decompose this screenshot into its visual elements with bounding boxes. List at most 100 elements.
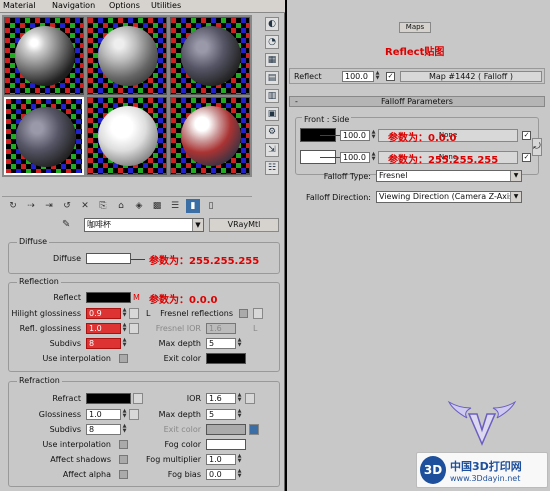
spinner-arrows-icon[interactable]: ▲ ▼ bbox=[371, 152, 376, 163]
sample-slot-6[interactable] bbox=[170, 97, 250, 175]
fog-multiplier-spinner[interactable]: 1.0 bbox=[206, 454, 236, 465]
swap-colors-icon[interactable]: ⤾ bbox=[532, 138, 542, 156]
reflect-map-button[interactable]: M bbox=[133, 293, 140, 302]
falloff-type-dropdown[interactable]: Fresnel ▼ bbox=[376, 170, 522, 182]
fresnel-map-button[interactable] bbox=[253, 308, 263, 319]
fog-bias-spinner[interactable]: 0.0 bbox=[206, 469, 236, 480]
sample-sphere bbox=[98, 26, 158, 86]
put-to-scene-icon[interactable]: ⇢ bbox=[24, 199, 38, 213]
go-forward-icon[interactable]: ▯ bbox=[204, 199, 218, 213]
refract-color-swatch[interactable] bbox=[86, 393, 131, 404]
rollout-collapse-icon[interactable]: - bbox=[295, 97, 298, 106]
pick-material-icon[interactable]: ✎ bbox=[62, 219, 74, 231]
falloff-direction-dropdown[interactable]: Viewing Direction (Camera Z-Axis) ▼ bbox=[376, 191, 522, 203]
maps-button[interactable]: Maps bbox=[399, 22, 431, 33]
chevron-down-icon[interactable]: ▼ bbox=[510, 192, 521, 202]
sample-slot-2[interactable] bbox=[87, 17, 167, 95]
menu-utilities[interactable]: Utilities bbox=[151, 1, 181, 10]
refl-glossiness-spinner[interactable]: 1.0 bbox=[86, 323, 121, 334]
refr-exit-color-swatch[interactable] bbox=[206, 424, 246, 435]
select-by-material-icon[interactable]: ⇲ bbox=[265, 143, 279, 157]
reflect-color-swatch[interactable] bbox=[86, 292, 131, 303]
sample-slot-1[interactable] bbox=[4, 17, 84, 95]
menu-navigation[interactable]: Navigation bbox=[52, 1, 95, 10]
video-check-icon[interactable]: ▥ bbox=[265, 89, 279, 103]
spinner-arrows-icon[interactable]: ▲ ▼ bbox=[122, 308, 127, 319]
logo-url: www.3Ddayin.net bbox=[450, 474, 521, 483]
material-name-field[interactable]: 咖啡杯 ▼ bbox=[84, 218, 204, 232]
spinner-arrows-icon[interactable]: ▲ ▼ bbox=[122, 338, 127, 349]
hilight-glossiness-spinner[interactable]: 0.9 bbox=[86, 308, 121, 319]
exit-color-toggle[interactable] bbox=[249, 424, 259, 435]
spinner-arrows-icon[interactable]: ▲ ▼ bbox=[237, 338, 242, 349]
make-unique-icon[interactable]: ⎘ bbox=[96, 199, 110, 213]
chevron-down-icon[interactable]: ▼ bbox=[192, 219, 203, 231]
sample-type-icon[interactable]: ◐ bbox=[265, 17, 279, 31]
spinner-arrows-icon[interactable]: ▲ ▼ bbox=[122, 424, 127, 435]
reflect-amount-spinner[interactable]: 100.0 bbox=[342, 71, 374, 82]
refl-use-interpolation-checkbox[interactable] bbox=[119, 354, 128, 363]
background-icon[interactable]: ▦ bbox=[265, 53, 279, 67]
delete-icon[interactable]: ✕ bbox=[78, 199, 92, 213]
spinner-arrows-icon[interactable]: ▲ ▼ bbox=[375, 71, 380, 82]
reset-map-icon[interactable]: ↺ bbox=[60, 199, 74, 213]
options-icon[interactable]: ⚙ bbox=[265, 125, 279, 139]
sample-slot-3[interactable] bbox=[170, 17, 250, 95]
refl-max-depth-spinner[interactable]: 5 bbox=[206, 338, 236, 349]
front-amount-spinner[interactable]: 100.0 bbox=[340, 130, 370, 141]
refl-gloss-map-button[interactable] bbox=[129, 323, 139, 334]
fresnel-ior-spinner[interactable]: 1.6 bbox=[206, 323, 236, 334]
show-end-result-icon[interactable]: ☰ bbox=[168, 199, 182, 213]
refr-use-interpolation-checkbox[interactable] bbox=[119, 440, 128, 449]
glossiness-map-button[interactable] bbox=[129, 409, 139, 420]
ior-spinner[interactable]: 1.6 bbox=[206, 393, 236, 404]
assign-material-icon[interactable]: ⇥ bbox=[42, 199, 56, 213]
diffuse-color-swatch[interactable] bbox=[86, 253, 131, 264]
reflect-enable-checkbox[interactable]: ✓ bbox=[386, 72, 395, 81]
side-enable-checkbox[interactable]: ✓ bbox=[522, 153, 531, 162]
backlight-icon[interactable]: ◔ bbox=[265, 35, 279, 49]
ior-map-button[interactable] bbox=[245, 393, 255, 404]
material-id-icon[interactable]: ◈ bbox=[132, 199, 146, 213]
fresnel-ior-lock-button[interactable]: L bbox=[253, 324, 257, 333]
get-material-icon[interactable]: ↻ bbox=[6, 199, 20, 213]
affect-shadows-checkbox[interactable] bbox=[119, 455, 128, 464]
affect-shadows-label: Affect shadows bbox=[50, 455, 111, 464]
chevron-down-icon[interactable]: ▼ bbox=[510, 171, 521, 181]
sample-slot-5[interactable] bbox=[87, 97, 167, 175]
menu-material[interactable]: Material bbox=[3, 1, 36, 10]
spinner-arrows-icon[interactable]: ▲ ▼ bbox=[237, 393, 242, 404]
glossiness-label: Glossiness bbox=[38, 410, 81, 419]
sample-sphere bbox=[181, 106, 241, 166]
fresnel-reflections-checkbox[interactable] bbox=[239, 309, 248, 318]
spinner-arrows-icon[interactable]: ▲ ▼ bbox=[237, 409, 242, 420]
fog-color-swatch[interactable] bbox=[206, 439, 246, 450]
spinner-arrows-icon[interactable]: ▲ ▼ bbox=[237, 454, 242, 465]
spinner-arrows-icon[interactable]: ▲ ▼ bbox=[122, 323, 127, 334]
refl-subdivs-spinner[interactable]: 8 bbox=[86, 338, 121, 349]
front-enable-checkbox[interactable]: ✓ bbox=[522, 131, 531, 140]
show-map-icon[interactable]: ▩ bbox=[150, 199, 164, 213]
falloff-parameters-rollout[interactable]: - Falloff Parameters bbox=[289, 96, 545, 107]
hilight-map-button[interactable] bbox=[129, 308, 139, 319]
go-to-parent-icon[interactable]: ▮ bbox=[186, 199, 200, 213]
falloff-type-label: Falloff Type: bbox=[323, 172, 371, 181]
refl-exit-color-swatch[interactable] bbox=[206, 353, 246, 364]
make-preview-icon[interactable]: ▣ bbox=[265, 107, 279, 121]
put-to-library-icon[interactable]: ⌂ bbox=[114, 199, 128, 213]
refr-max-depth-spinner[interactable]: 5 bbox=[206, 409, 236, 420]
affect-alpha-checkbox[interactable] bbox=[119, 470, 128, 479]
material-type-button[interactable]: VRayMtl bbox=[209, 218, 279, 232]
sample-slot-4-selected[interactable] bbox=[4, 97, 84, 175]
uv-tiling-icon[interactable]: ▤ bbox=[265, 71, 279, 85]
spinner-arrows-icon[interactable]: ▲ ▼ bbox=[122, 409, 127, 420]
glossiness-spinner[interactable]: 1.0 bbox=[86, 409, 121, 420]
lock-button[interactable]: L bbox=[146, 309, 150, 318]
menu-options[interactable]: Options bbox=[109, 1, 140, 10]
refr-subdivs-spinner[interactable]: 8 bbox=[86, 424, 121, 435]
side-amount-spinner[interactable]: 100.0 bbox=[340, 152, 370, 163]
material-navigator-icon[interactable]: ☷ bbox=[265, 161, 279, 175]
reflect-map-slot-button[interactable]: Map #1442 ( Falloff ) bbox=[400, 71, 542, 82]
spinner-arrows-icon[interactable]: ▲ ▼ bbox=[237, 469, 242, 480]
spinner-arrows-icon[interactable]: ▲ ▼ bbox=[371, 130, 376, 141]
